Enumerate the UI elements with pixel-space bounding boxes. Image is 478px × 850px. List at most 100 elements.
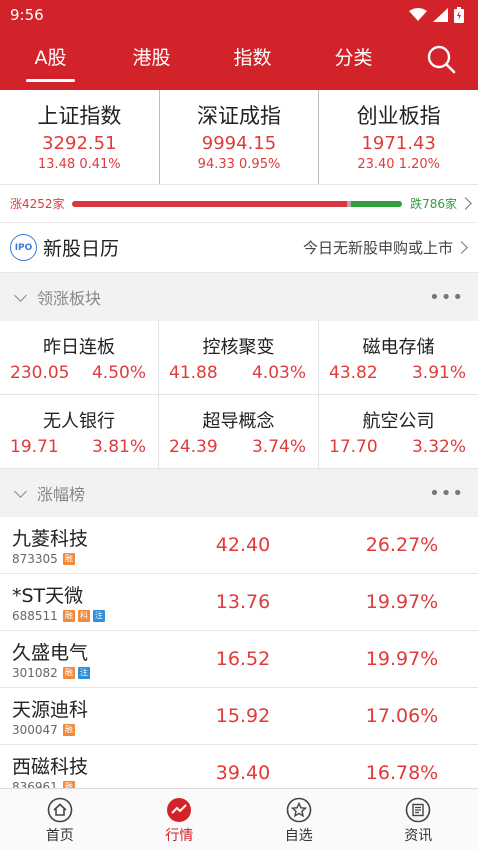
sector-value: 24.39 xyxy=(169,437,218,457)
sector-name: 磁电存储 xyxy=(362,337,435,358)
tab-indices[interactable]: 指数 xyxy=(202,30,303,90)
breadth-bar xyxy=(72,200,403,207)
tab-label: 行情 xyxy=(165,828,194,844)
margin-tag: 融 xyxy=(62,553,75,565)
sector-pct: 4.03% xyxy=(251,363,306,383)
breadth-bar-down xyxy=(351,200,403,207)
sector-grid: 昨日连板 230.05 4.50% 控核聚变 41.88 4.03% 磁电存储 43… xyxy=(0,321,478,469)
chevron-right-icon xyxy=(455,241,468,254)
market-breadth[interactable]: 涨4252家 跌786家 xyxy=(0,185,478,223)
stock-price: 16.52 xyxy=(215,648,271,670)
sector-value: 17.70 xyxy=(329,437,378,457)
registration-tag: 注 xyxy=(92,610,105,622)
ipo-title: 新股日历 xyxy=(43,238,120,260)
market-icon xyxy=(167,798,192,822)
chevron-right-icon xyxy=(459,197,472,210)
stock-code: 873305 xyxy=(12,552,58,566)
section-title: 涨幅榜 xyxy=(37,485,86,504)
index-value: 3292.51 xyxy=(42,133,117,154)
stock-row[interactable]: *ST天微 688511 融科注 13.76 19.97% xyxy=(0,574,478,631)
index-value: 9994.15 xyxy=(201,133,277,154)
index-card[interactable]: 上证指数 3292.51 13.48 0.41% xyxy=(0,90,160,184)
chevron-down-icon xyxy=(14,484,27,498)
stock-price: 42.40 xyxy=(215,534,271,556)
tab-market[interactable]: 行情 xyxy=(120,789,240,850)
section-title: 领涨板块 xyxy=(37,289,102,308)
index-summary: 上证指数 3292.51 13.48 0.41% 深证成指 9994.15 94… xyxy=(0,90,478,185)
gainers-header[interactable]: 涨幅榜 ••• xyxy=(0,469,478,517)
tab-label: 自选 xyxy=(284,828,313,844)
stock-price: 39.40 xyxy=(215,762,271,784)
stock-name: *ST天微 xyxy=(12,585,84,607)
ipo-calendar[interactable]: IPO 新股日历 今日无新股申购或上市 xyxy=(0,223,478,273)
sector-card[interactable]: 磁电存储 43.82 3.91% xyxy=(319,321,478,395)
sector-card[interactable]: 超导概念 24.39 3.74% xyxy=(159,395,319,469)
ipo-note: 今日无新股申购或上市 xyxy=(302,239,453,257)
sector-card[interactable]: 控核聚变 41.88 4.03% xyxy=(159,321,319,395)
index-card[interactable]: 深证成指 9994.15 94.33 0.95% xyxy=(160,90,320,184)
bottom-tab-bar: 首页 行情 自选 资讯 xyxy=(0,788,478,850)
tab-watchlist[interactable]: 自选 xyxy=(239,789,359,850)
index-change: 13.48 xyxy=(38,157,76,172)
stock-name: 西磁科技 xyxy=(12,756,89,778)
margin-tag: 融 xyxy=(62,724,75,736)
sector-pct: 3.74% xyxy=(251,437,306,457)
ipo-icon: IPO xyxy=(10,234,37,261)
stock-code: 688511 xyxy=(12,609,58,623)
wifi-icon xyxy=(409,8,427,21)
sectors-header[interactable]: 领涨板块 ••• xyxy=(0,273,478,321)
signal-icon xyxy=(433,8,448,22)
decliners-count: 跌786家 xyxy=(410,197,457,211)
breadth-bar-up xyxy=(72,200,348,207)
home-icon xyxy=(47,797,73,823)
clock: 9:56 xyxy=(10,6,44,24)
sector-pct: 4.50% xyxy=(91,363,146,383)
gainers-list: 九菱科技 873305 融 42.40 26.27% *ST天微 688511 融科… xyxy=(0,517,478,802)
news-icon xyxy=(405,797,431,823)
tab-news[interactable]: 资讯 xyxy=(359,789,478,850)
stock-code: 300047 xyxy=(12,723,58,737)
stock-pct: 26.27% xyxy=(365,534,439,556)
index-name: 深证成指 xyxy=(197,104,281,128)
index-card[interactable]: 创业板指 1971.43 23.40 1.20% xyxy=(319,90,478,184)
index-change: 23.40 xyxy=(357,157,395,172)
index-name: 上证指数 xyxy=(37,104,122,128)
stock-code: 301082 xyxy=(12,666,58,680)
sector-pct: 3.32% xyxy=(411,437,466,457)
stock-pct: 16.78% xyxy=(365,762,439,784)
tab-categories[interactable]: 分类 xyxy=(303,30,404,90)
sector-card[interactable]: 航空公司 17.70 3.32% xyxy=(319,395,478,469)
tab-hk-shares[interactable]: 港股 xyxy=(101,30,202,90)
sector-name: 昨日连板 xyxy=(43,337,115,358)
sector-name: 航空公司 xyxy=(362,411,435,432)
stock-pct: 17.06% xyxy=(365,705,439,727)
sector-pct: 3.91% xyxy=(411,363,466,383)
stock-row[interactable]: 天源迪科 300047 融 15.92 17.06% xyxy=(0,688,478,745)
stock-name: 九菱科技 xyxy=(12,528,89,550)
sector-value: 41.88 xyxy=(169,363,218,383)
star-icon xyxy=(286,797,312,823)
sector-name: 控核聚变 xyxy=(202,337,275,358)
stock-row[interactable]: 九菱科技 873305 融 42.40 26.27% xyxy=(0,517,478,574)
sector-name: 超导概念 xyxy=(202,411,275,432)
tab-a-shares[interactable]: A股 xyxy=(0,30,101,90)
sector-card[interactable]: 无人银行 19.71 3.81% xyxy=(0,395,159,469)
index-pct: 0.41% xyxy=(79,157,121,172)
sector-value: 43.82 xyxy=(329,363,378,383)
stock-row[interactable]: 久盛电气 301082 融注 16.52 19.97% xyxy=(0,631,478,688)
sector-card[interactable]: 昨日连板 230.05 4.50% xyxy=(0,321,159,395)
more-icon[interactable]: ••• xyxy=(429,287,464,308)
tab-label: 首页 xyxy=(45,828,74,844)
stock-pct: 19.97% xyxy=(365,648,439,670)
stock-price: 15.92 xyxy=(215,705,271,727)
margin-tag: 融 xyxy=(62,610,75,622)
more-icon[interactable]: ••• xyxy=(429,483,464,504)
sector-value: 19.71 xyxy=(10,437,59,457)
sector-name: 无人银行 xyxy=(43,411,115,432)
status-bar: 9:56 xyxy=(0,0,478,30)
index-value: 1971.43 xyxy=(361,133,436,154)
search-icon[interactable] xyxy=(426,44,456,74)
stock-price: 13.76 xyxy=(215,591,271,613)
tab-label: 资讯 xyxy=(404,828,433,844)
tab-home[interactable]: 首页 xyxy=(0,789,120,850)
